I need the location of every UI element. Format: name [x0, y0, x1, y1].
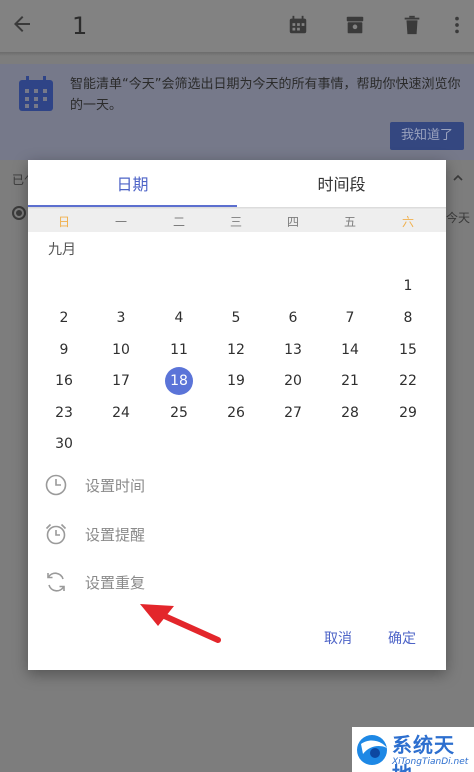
calendar-day[interactable]: 14 [336, 336, 364, 364]
alarm-clock-icon [45, 523, 67, 545]
watermark-url: XiTongTianDi.net [392, 757, 469, 767]
month-label: 九月 [48, 242, 76, 258]
calendar-day[interactable]: 17 [107, 367, 135, 395]
weekday-label: 四 [286, 215, 299, 229]
site-watermark: 系统天地 XiTongTianDi.net [352, 727, 474, 772]
calendar-day[interactable]: 29 [394, 399, 422, 427]
got-it-button[interactable]: 我知道了 [390, 122, 464, 150]
task-date-tag: 今天 [446, 211, 471, 225]
calendar-day[interactable]: 12 [222, 336, 250, 364]
confirm-button[interactable]: 确定 [388, 628, 416, 648]
clock-icon [45, 474, 67, 496]
calendar-day[interactable]: 19 [222, 367, 250, 395]
calendar-day[interactable]: 5 [222, 304, 250, 332]
calendar-day[interactable]: 10 [107, 336, 135, 364]
back-arrow-icon[interactable] [10, 12, 34, 36]
today-tip-card: 智能清单“今天”会筛选出日期为今天的所有事情，帮助你快速浏览你的一天。 我知道了 [0, 64, 474, 160]
weekday-label: 二 [172, 215, 185, 229]
calendar-day[interactable]: 6 [279, 304, 307, 332]
calendar-day[interactable]: 7 [336, 304, 364, 332]
weekday-label: 三 [229, 215, 242, 229]
set-repeat-label: 设置重复 [85, 574, 146, 592]
weekday-label: 五 [343, 215, 356, 229]
calendar-day[interactable]: 13 [279, 336, 307, 364]
calendar-day[interactable]: 3 [107, 304, 135, 332]
calendar-tip-icon [19, 76, 53, 111]
more-vert-icon[interactable] [446, 14, 468, 36]
calendar-day[interactable]: 20 [279, 367, 307, 395]
app-bar-shadow [0, 52, 474, 56]
date-picker-dialog: 日期 时间段 日一二三四五六 九月 1 2 3 4 5 6 7 8 9 10 11 12 13 14 15 1… [28, 160, 446, 670]
group-label: 已ᐟ [12, 173, 30, 187]
chevron-up-icon[interactable] [452, 172, 464, 184]
calendar-day[interactable]: 24 [107, 399, 135, 427]
calendar-day[interactable]: 8 [394, 304, 422, 332]
page-title: 1 [72, 12, 88, 40]
calendar-day[interactable]: 27 [279, 399, 307, 427]
tip-text: 智能清单“今天”会筛选出日期为今天的所有事情，帮助你快速浏览你的一天。 [70, 77, 461, 113]
calendar-day[interactable]: 2 [50, 304, 78, 332]
calendar-day[interactable]: 16 [50, 367, 78, 395]
archive-icon[interactable] [344, 14, 366, 36]
set-time-label: 设置时间 [85, 477, 146, 495]
calendar-day[interactable]: 11 [165, 336, 193, 364]
weekday-label: 一 [114, 215, 127, 229]
calendar-day[interactable]: 1 [394, 272, 422, 300]
calendar-day[interactable]: 30 [50, 430, 78, 458]
calendar-day[interactable]: 22 [394, 367, 422, 395]
calendar-day-selected[interactable]: 18 [165, 367, 193, 395]
red-arrow-annotation [140, 604, 221, 643]
calendar-day[interactable]: 9 [50, 336, 78, 364]
app-bar: 1 [0, 0, 474, 56]
calendar-day[interactable]: 23 [50, 399, 78, 427]
calendar-day[interactable]: 15 [394, 336, 422, 364]
calendar-day[interactable]: 4 [165, 304, 193, 332]
weekday-header: 日一二三四五六 [28, 210, 446, 232]
calendar-day[interactable]: 21 [336, 367, 364, 395]
set-reminder-label: 设置提醒 [85, 526, 146, 544]
dialog-tabs: 日期 时间段 [28, 160, 446, 210]
task-checkbox[interactable] [12, 206, 26, 220]
tab-date[interactable]: 日期 [28, 160, 237, 208]
watermark-logo-icon [357, 735, 387, 765]
cancel-button[interactable]: 取消 [324, 628, 352, 648]
calendar-day[interactable]: 26 [222, 399, 250, 427]
tab-time-period[interactable]: 时间段 [237, 160, 446, 208]
trash-icon[interactable] [401, 14, 423, 36]
weekday-label: 六 [401, 215, 414, 229]
calendar-day[interactable]: 25 [165, 399, 193, 427]
calendar-icon[interactable] [287, 14, 309, 36]
calendar-day[interactable]: 28 [336, 399, 364, 427]
repeat-icon [47, 572, 65, 592]
weekday-label: 日 [57, 215, 70, 229]
